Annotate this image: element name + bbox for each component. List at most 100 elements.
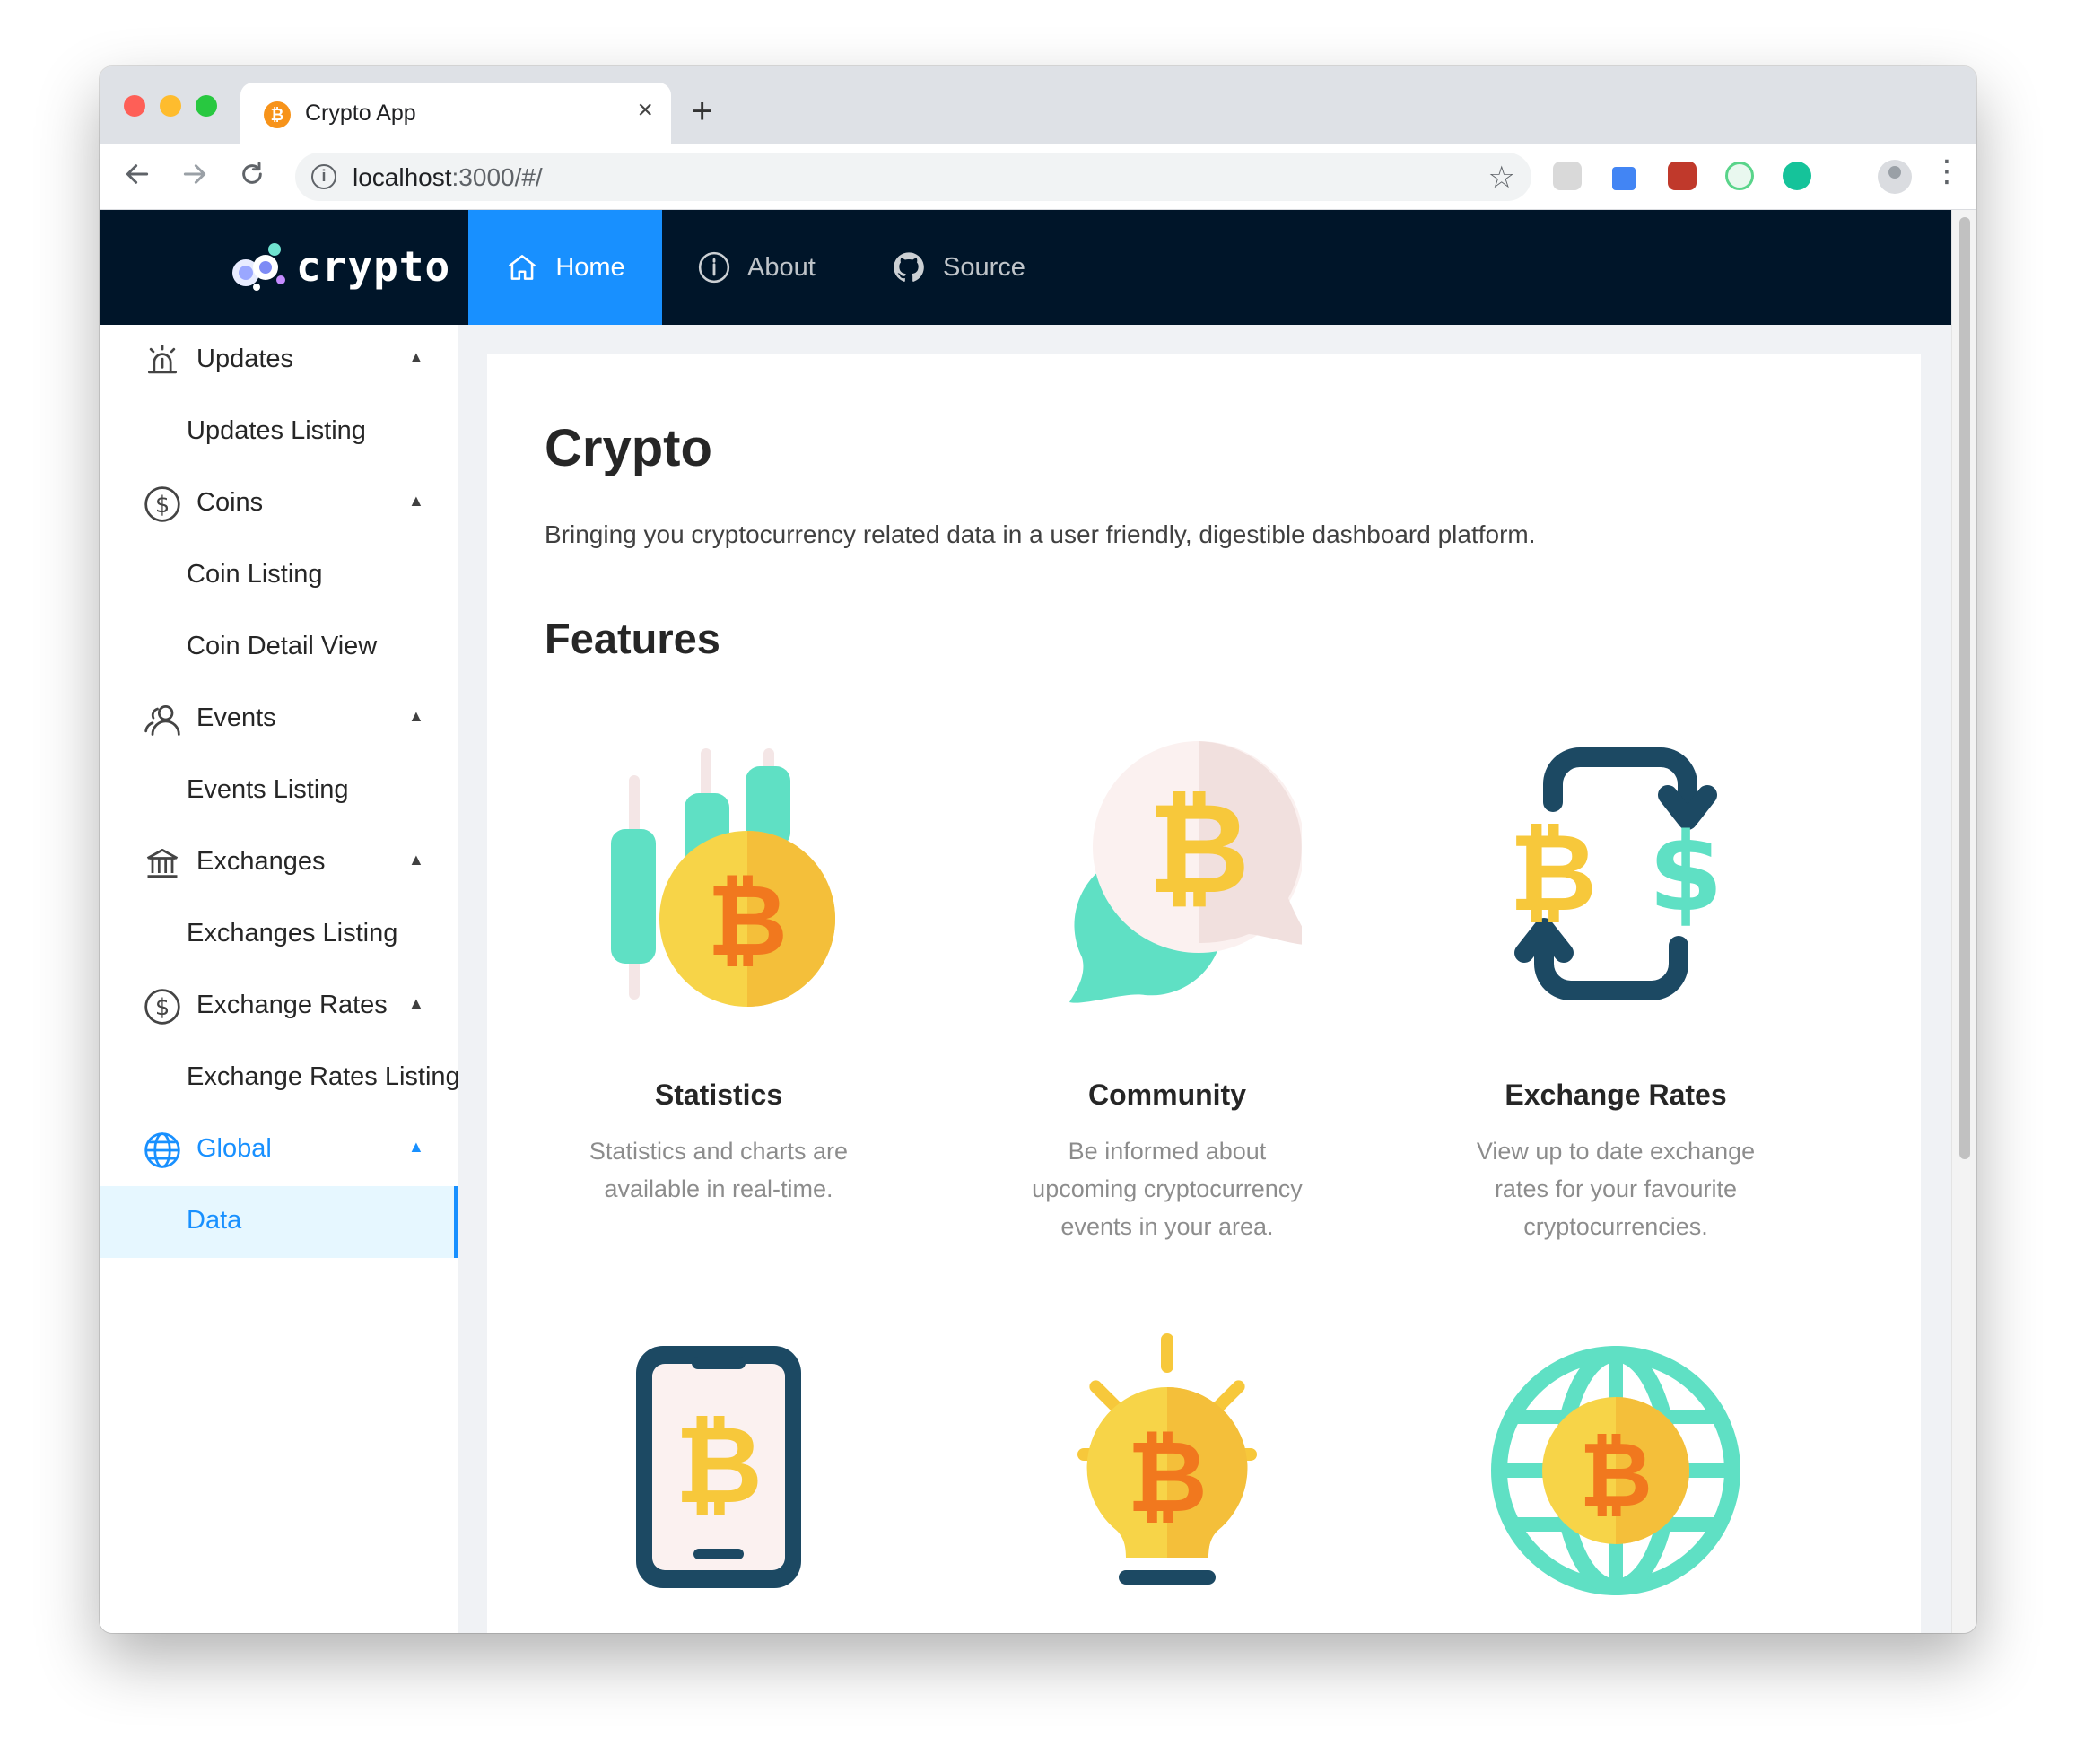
info-circle-icon bbox=[698, 251, 730, 284]
url-text: localhost:3000/#/ bbox=[353, 163, 543, 191]
feature-description: Be informed about upcoming cryptocurrenc… bbox=[1032, 1138, 1303, 1240]
sidebar-group-coins[interactable]: $ Coins ▲ bbox=[100, 468, 458, 540]
sidebar-group-label: Global bbox=[196, 1134, 272, 1163]
chevron-up-icon: ▲ bbox=[408, 1138, 424, 1156]
feature-description: Statistics and charts are available in r… bbox=[589, 1138, 849, 1202]
crypto-logo-icon bbox=[232, 243, 285, 291]
home-icon bbox=[509, 255, 536, 280]
chat-bitcoin-icon: ₿ bbox=[1069, 741, 1302, 1003]
exchange-arrows-icon: ₿ $ bbox=[1509, 747, 1723, 1000]
feature-statistics: ₿ Statistics Statistics and charts are a… bbox=[494, 739, 943, 1202]
nav-about-label: About bbox=[747, 252, 816, 282]
sidebar-item-events-listing[interactable]: Events Listing bbox=[100, 755, 458, 827]
nav-home[interactable]: Home bbox=[468, 210, 662, 325]
web-page: crypto Home About Source Updates ▲ Updat… bbox=[100, 210, 1951, 1633]
site-info-icon[interactable]: i bbox=[311, 164, 336, 189]
grammarly-icon[interactable] bbox=[1783, 162, 1811, 190]
browser-toolbar: i localhost:3000/#/ ☆ ⋮ bbox=[100, 144, 1976, 210]
sidebar-group-exchange-rates[interactable]: $ Exchange Rates ▲ bbox=[100, 971, 458, 1043]
minimize-window-button[interactable] bbox=[160, 95, 181, 117]
sidebar-group-updates[interactable]: Updates ▲ bbox=[100, 325, 458, 397]
sidebar-group-label: Coins bbox=[196, 488, 264, 517]
globe-bitcoin-icon: ₿ bbox=[1491, 1346, 1740, 1595]
extension-ring-icon[interactable] bbox=[1725, 162, 1754, 190]
feature-description: View up to date exchange rates for your … bbox=[1476, 1138, 1756, 1240]
bitcoin-favicon-icon: ₿ bbox=[264, 101, 291, 128]
chevron-up-icon: ▲ bbox=[408, 707, 424, 725]
sidebar-item-coin-detail-view[interactable]: Coin Detail View bbox=[100, 612, 458, 684]
global-icon bbox=[144, 1132, 180, 1168]
svg-text:₿: ₿ bbox=[1509, 811, 1597, 936]
sidebar-group-events[interactable]: Events ▲ bbox=[100, 684, 458, 755]
tab-title: Crypto App bbox=[305, 100, 416, 126]
feature-title: Exchange Rates bbox=[1505, 1078, 1727, 1111]
feature-phone: ₿ bbox=[494, 1340, 943, 1592]
sidebar-item-coin-listing[interactable]: Coin Listing bbox=[100, 540, 458, 612]
sidebar-group-label: Updates bbox=[196, 345, 294, 373]
github-icon bbox=[894, 252, 924, 282]
dollar-icon: $ bbox=[144, 989, 180, 1025]
bookmark-star-icon[interactable]: ☆ bbox=[1488, 160, 1515, 196]
svg-text:₿: ₿ bbox=[1579, 1422, 1653, 1527]
svg-text:$: $ bbox=[1648, 811, 1723, 936]
phone-bitcoin-icon: ₿ bbox=[636, 1346, 801, 1588]
svg-text:₿: ₿ bbox=[707, 863, 788, 978]
profile-avatar[interactable] bbox=[1878, 160, 1912, 194]
scrollbar-thumb[interactable] bbox=[1959, 217, 1970, 1159]
main-content: Crypto Bringing you cryptocurrency relat… bbox=[487, 354, 1921, 1633]
sidebar-group-label: Exchange Rates bbox=[196, 991, 388, 1019]
browser-window: ₿ Crypto App × + i localhost:3000/#/ ☆ ⋮ bbox=[100, 66, 1976, 1633]
nav-about[interactable]: About bbox=[697, 210, 816, 325]
new-tab-button[interactable]: + bbox=[692, 93, 712, 129]
feature-lightbulb: ₿ bbox=[943, 1332, 1391, 1592]
extension-icon[interactable] bbox=[1553, 162, 1582, 190]
chevron-up-icon: ▲ bbox=[408, 348, 424, 366]
logo-text: crypto bbox=[296, 242, 451, 291]
svg-text:₿: ₿ bbox=[1127, 1419, 1208, 1534]
react-devtools-icon[interactable] bbox=[1668, 162, 1697, 190]
sidebar-item-exchange-rates-listing[interactable]: Exchange Rates Listing bbox=[100, 1043, 460, 1114]
team-icon bbox=[144, 704, 180, 736]
svg-text:$: $ bbox=[155, 492, 170, 519]
alarm-icon bbox=[147, 345, 178, 374]
sidebar-group-global[interactable]: Global ▲ bbox=[100, 1114, 458, 1186]
sidebar-group-label: Exchanges bbox=[196, 847, 326, 876]
nav-source-label: Source bbox=[943, 252, 1025, 282]
browser-menu-icon[interactable]: ⋮ bbox=[1932, 156, 1962, 187]
sidebar-group-exchanges[interactable]: Exchanges ▲ bbox=[100, 827, 458, 899]
close-window-button[interactable] bbox=[124, 95, 145, 117]
sidebar: Updates ▲ Updates Listing $ Coins ▲ Coin… bbox=[100, 325, 460, 1633]
reload-icon[interactable] bbox=[238, 160, 266, 194]
intro-text: Bringing you cryptocurrency related data… bbox=[545, 520, 1536, 548]
nav-home-label: Home bbox=[555, 252, 625, 282]
back-icon[interactable] bbox=[123, 160, 152, 194]
nav-source[interactable]: Source bbox=[891, 210, 1025, 325]
features-heading: Features bbox=[545, 615, 720, 662]
sidebar-item-data[interactable]: Data bbox=[100, 1186, 458, 1258]
page-title: Crypto bbox=[545, 419, 712, 477]
feature-exchange-rates: ₿ $ Exchange Rates View up to date excha… bbox=[1391, 739, 1840, 1240]
forward-icon[interactable] bbox=[180, 160, 209, 194]
address-bar[interactable]: i localhost:3000/#/ ☆ bbox=[295, 153, 1531, 201]
feature-community: ₿ Community Be informed about upcoming c… bbox=[943, 739, 1391, 1240]
svg-text:$: $ bbox=[155, 994, 170, 1021]
eyedropper-extension-icon[interactable] bbox=[1612, 167, 1636, 190]
feature-title: Statistics bbox=[654, 1078, 783, 1111]
app-header: crypto Home About Source bbox=[100, 210, 1951, 325]
svg-text:₿: ₿ bbox=[1147, 776, 1250, 922]
sidebar-item-updates-listing[interactable]: Updates Listing bbox=[100, 397, 458, 468]
close-tab-icon[interactable]: × bbox=[637, 97, 653, 124]
bank-icon bbox=[146, 848, 179, 878]
lightbulb-bitcoin-icon: ₿ bbox=[1077, 1333, 1257, 1585]
feature-title: Community bbox=[1088, 1078, 1246, 1111]
svg-text:₿: ₿ bbox=[675, 1403, 763, 1528]
chevron-up-icon: ▲ bbox=[408, 994, 424, 1012]
page-scrollbar[interactable] bbox=[1951, 210, 1976, 1633]
maximize-window-button[interactable] bbox=[196, 95, 217, 117]
dollar-icon: $ bbox=[144, 486, 180, 522]
browser-tab[interactable]: ₿ Crypto App × bbox=[240, 83, 671, 144]
feature-globe: ₿ bbox=[1391, 1340, 1840, 1601]
sidebar-item-exchanges-listing[interactable]: Exchanges Listing bbox=[100, 899, 458, 971]
chevron-up-icon: ▲ bbox=[408, 492, 424, 510]
sidebar-group-label: Events bbox=[196, 703, 276, 732]
